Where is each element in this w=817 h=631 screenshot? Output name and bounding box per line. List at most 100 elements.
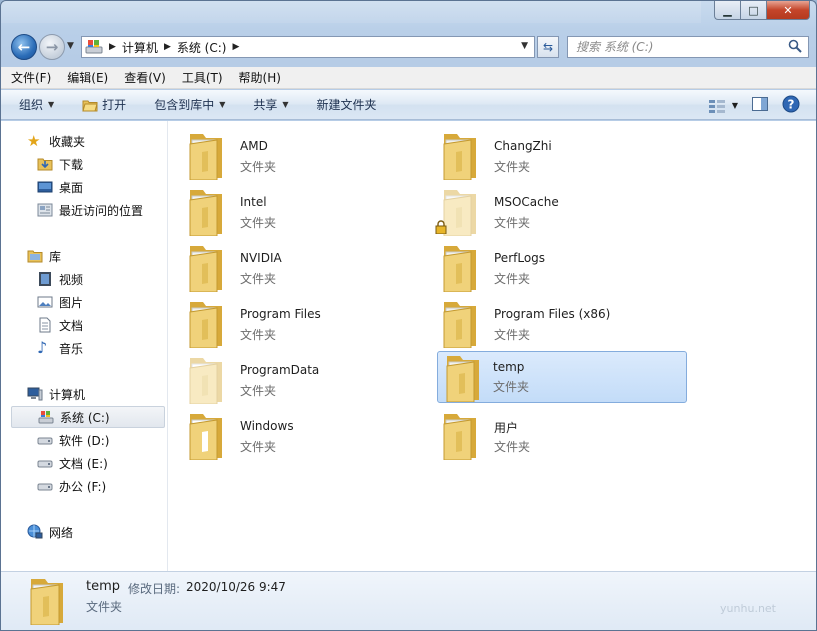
folder-icon	[30, 579, 63, 625]
nav-downloads-label: 下载	[59, 157, 84, 172]
explorer-window: ▁ □ ✕ ← → ▼ ▶ 计算机 ▶ 系统 (C:) ▶ ▼ ⇆ 搜索 系统 …	[0, 0, 817, 631]
folder-tile[interactable]: ChangZhi 文件夹	[423, 127, 673, 181]
folder-name: ChangZhi	[494, 139, 552, 153]
nav-recent-places[interactable]: 最近访问的位置	[37, 199, 166, 221]
breadcrumb-separator[interactable]: ▶	[232, 42, 239, 52]
nav-pictures[interactable]: 图片	[37, 291, 166, 313]
nav-documents[interactable]: 文档	[37, 314, 166, 336]
folder-name: Intel	[240, 195, 267, 209]
folder-tile[interactable]: Intel 文件夹	[169, 183, 419, 237]
help-icon: ?	[782, 95, 800, 113]
libraries-icon	[27, 250, 43, 263]
drive-icon	[85, 40, 103, 54]
watermark: yunhu.net	[720, 602, 776, 615]
new-folder-button[interactable]: 新建文件夹	[317, 96, 377, 113]
nav-favorites[interactable]: ★ 收藏夹	[27, 130, 166, 152]
menu-edit[interactable]: 编辑(E)	[67, 69, 108, 86]
nav-drive-f[interactable]: 办公 (F:)	[37, 475, 166, 497]
include-in-library-button[interactable]: 包含到库中 ▼	[154, 96, 225, 113]
address-bar[interactable]: ▶ 计算机 ▶ 系统 (C:) ▶ ▼	[81, 36, 535, 58]
menu-view[interactable]: 查看(V)	[124, 69, 166, 86]
chevron-down-icon: ▼	[731, 101, 738, 110]
view-tiles-icon	[708, 99, 725, 113]
folder-tile[interactable]: AMD 文件夹	[169, 127, 419, 181]
folder-tile[interactable]: Program Files (x86) 文件夹	[423, 295, 673, 349]
preview-pane-button[interactable]	[752, 97, 768, 114]
forward-button[interactable]: →	[39, 34, 65, 60]
picture-icon	[37, 296, 53, 308]
folder-type: 文件夹	[494, 216, 531, 230]
breadcrumb-drive-c[interactable]: 系统 (C:)	[177, 39, 227, 56]
search-input[interactable]	[576, 40, 786, 54]
folder-name: Program Files (x86)	[494, 307, 611, 321]
menu-file[interactable]: 文件(F)	[11, 69, 51, 86]
nav-network-label: 网络	[49, 525, 74, 540]
folder-icon	[187, 242, 225, 293]
open-label: 打开	[102, 98, 127, 112]
folder-type: 文件夹	[240, 216, 277, 230]
new-folder-label: 新建文件夹	[316, 98, 377, 112]
folder-tile[interactable]: ProgramData 文件夹	[169, 351, 419, 405]
minimize-button[interactable]: ▁	[714, 1, 740, 20]
folder-tile[interactable]: MSOCache 文件夹	[423, 183, 673, 237]
nav-downloads[interactable]: 下载	[37, 153, 166, 175]
change-view-button[interactable]: ▼	[708, 99, 738, 113]
nav-documents-label: 文档	[59, 318, 84, 333]
menu-tools[interactable]: 工具(T)	[182, 69, 223, 86]
organize-button[interactable]: 组织 ▼	[19, 96, 54, 113]
folder-name: Windows	[240, 419, 294, 433]
breadcrumb-separator[interactable]: ▶	[109, 42, 116, 52]
folder-icon	[187, 186, 225, 237]
nav-drive-c[interactable]: 系统 (C:)	[11, 406, 165, 428]
breadcrumb-computer[interactable]: 计算机	[122, 39, 158, 56]
nav-libraries[interactable]: 库	[27, 245, 166, 267]
folder-icon	[441, 410, 479, 461]
nav-drive-e-label: 文档 (E:)	[59, 456, 108, 471]
back-arrow-icon: ←	[17, 38, 31, 56]
breadcrumb-separator[interactable]: ▶	[164, 42, 171, 52]
open-button[interactable]: 打开	[82, 96, 126, 113]
drive-icon	[37, 483, 53, 491]
close-button[interactable]: ✕	[766, 1, 810, 20]
folder-tile[interactable]: 用户 文件夹	[423, 407, 673, 461]
folder-tile[interactable]: PerfLogs 文件夹	[423, 239, 673, 293]
nav-desktop[interactable]: 桌面	[37, 176, 166, 198]
nav-network[interactable]: 网络	[27, 521, 166, 543]
refresh-icon: ⇆	[542, 40, 554, 54]
nav-drive-f-label: 办公 (F:)	[59, 479, 107, 494]
details-pane: temp 修改日期: 2020/10/26 9:47 文件夹 yunhu.net	[1, 571, 816, 630]
folder-tile[interactable]: NVIDIA 文件夹	[169, 239, 419, 293]
caption-buttons: ▁ □ ✕	[714, 1, 810, 20]
folder-type: 文件夹	[240, 384, 277, 398]
maximize-button[interactable]: □	[740, 1, 766, 20]
modified-date-label: 修改日期:	[128, 582, 181, 596]
menu-help[interactable]: 帮助(H)	[239, 69, 281, 86]
back-button[interactable]: ←	[11, 34, 37, 60]
share-button[interactable]: 共享 ▼	[253, 96, 288, 113]
address-row: ← → ▼ ▶ 计算机 ▶ 系统 (C:) ▶ ▼ ⇆	[1, 31, 816, 63]
nav-desktop-label: 桌面	[59, 180, 84, 195]
recent-pages-dropdown[interactable]: ▼	[67, 41, 74, 51]
help-button[interactable]: ?	[782, 95, 800, 116]
folder-icon	[444, 352, 482, 403]
search-icon[interactable]	[788, 39, 802, 53]
search-box[interactable]	[567, 36, 809, 58]
folder-type: 文件夹	[240, 328, 277, 342]
folder-tile[interactable]: Program Files 文件夹	[169, 295, 419, 349]
address-dropdown-icon[interactable]: ▼	[521, 41, 528, 51]
nav-music[interactable]: ♪ 音乐	[37, 337, 166, 359]
chevron-down-icon: ▼	[282, 100, 289, 109]
folder-type: 文件夹	[240, 440, 277, 454]
nav-computer[interactable]: 计算机	[27, 383, 166, 405]
nav-drive-e[interactable]: 文档 (E:)	[37, 452, 166, 474]
open-folder-icon	[82, 100, 98, 111]
folder-name: MSOCache	[494, 195, 559, 209]
star-icon: ★	[27, 132, 41, 150]
music-note-icon: ♪	[37, 338, 48, 357]
folder-tile[interactable]: temp 文件夹	[437, 351, 687, 403]
folder-tile[interactable]: Windows 文件夹	[169, 407, 419, 461]
nav-drive-d[interactable]: 软件 (D:)	[37, 429, 166, 451]
nav-videos[interactable]: 视频	[37, 268, 166, 290]
include-in-library-label: 包含到库中	[154, 98, 215, 112]
refresh-button[interactable]: ⇆	[537, 36, 559, 58]
